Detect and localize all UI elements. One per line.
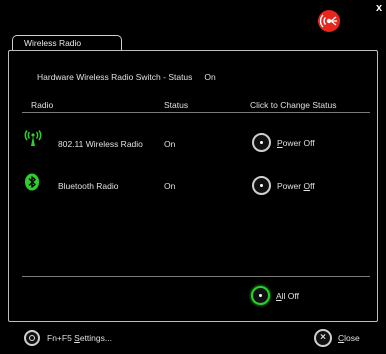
radio-name-wifi: 802.11 Wireless Radio [58,139,143,149]
wireless-logo-icon [318,10,340,32]
fn-f5-settings-button[interactable]: Fn+F5 Settings... [24,330,112,346]
all-off-power-icon [251,286,270,305]
radio-status-wifi: On [164,139,176,149]
window-close-icon[interactable]: x [374,3,384,14]
wifi-antenna-icon [24,130,42,146]
column-header-radio: Radio [31,100,54,110]
power-button-icon [252,176,271,195]
tab-wireless-radio[interactable]: Wireless Radio [12,35,122,50]
column-header-change-status: Click to Change Status [250,100,337,110]
close-icon: × [314,329,332,347]
bluetooth-icon [25,173,39,191]
radio-name-bluetooth: Bluetooth Radio [58,181,119,191]
settings-icon [24,330,40,346]
hardware-switch-status: Hardware Wireless Radio Switch - Status O… [37,72,216,82]
power-button-icon [252,133,271,152]
radio-status-bluetooth: On [164,181,176,191]
power-off-bluetooth-button[interactable]: Power Off [252,176,315,195]
close-button[interactable]: × Close [314,329,360,347]
hardware-switch-label: Hardware Wireless Radio Switch - Status [37,72,193,82]
all-off-button[interactable]: All Off [251,286,299,305]
footer-divider [22,276,370,277]
header-divider [22,112,370,113]
power-off-wifi-button[interactable]: Power Off [252,133,315,152]
column-header-status: Status [164,100,189,110]
wireless-radio-window: x Wireless Radio Hardware Wireless Radio… [0,0,386,354]
hardware-switch-value: On [204,72,216,82]
